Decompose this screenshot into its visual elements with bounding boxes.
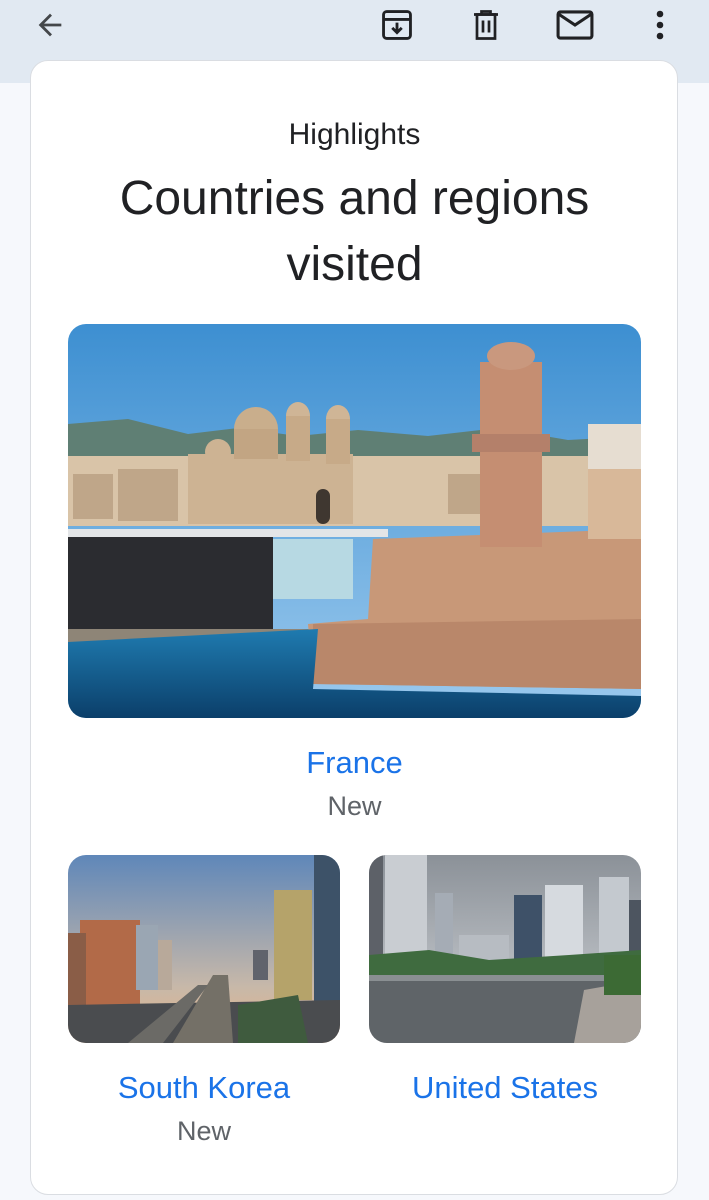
south-korea-photo[interactable]	[68, 855, 340, 1043]
archive-button[interactable]	[374, 2, 420, 48]
delete-button[interactable]	[463, 2, 509, 48]
more-options-button[interactable]	[637, 2, 683, 48]
more-vert-icon	[655, 9, 665, 41]
delete-icon	[468, 7, 504, 43]
status-badge-france: New	[327, 791, 382, 821]
mail-icon	[555, 7, 595, 43]
status-badge-south-korea: New	[176, 1116, 231, 1146]
united-states-photo[interactable]	[369, 855, 641, 1043]
country-name-united-states[interactable]: United States	[369, 1070, 641, 1106]
country-name-france[interactable]: France	[68, 745, 641, 781]
archive-icon	[378, 6, 416, 44]
mark-unread-button[interactable]	[552, 2, 598, 48]
section-title: Countries and regions visited	[119, 172, 590, 291]
country-name-south-korea[interactable]: South Korea	[68, 1070, 340, 1106]
back-arrow-icon	[33, 8, 67, 42]
france-photo[interactable]	[68, 324, 641, 718]
back-button[interactable]	[27, 2, 73, 48]
section-eyebrow: Highlights	[288, 118, 421, 151]
